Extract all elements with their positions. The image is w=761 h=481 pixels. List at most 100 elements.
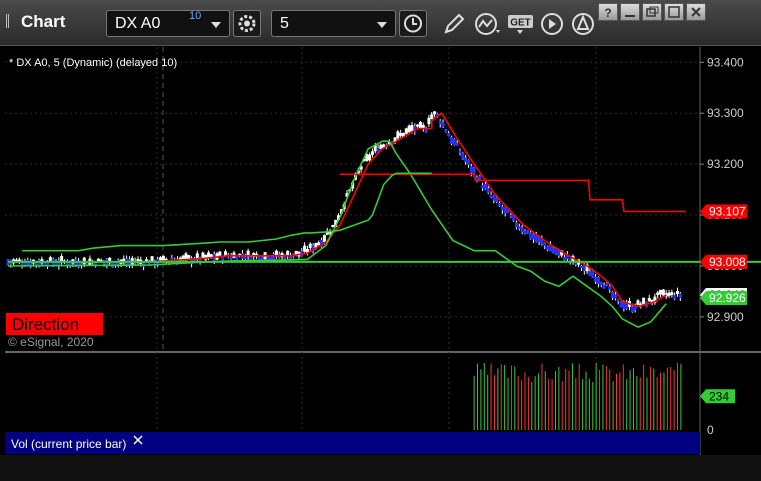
candle-body	[500, 206, 504, 211]
candle-body	[503, 206, 507, 214]
candle-body	[424, 129, 428, 133]
candle-body	[531, 233, 535, 240]
direction-label: Direction	[12, 315, 79, 334]
candle-body	[20, 262, 24, 266]
volume-label: Vol (current price bar)	[11, 437, 126, 451]
candle-body	[272, 253, 276, 261]
candle-body	[608, 285, 612, 290]
candle-body	[647, 298, 651, 302]
candle-body	[416, 124, 420, 127]
candle-body	[667, 292, 671, 296]
candle-body	[591, 270, 595, 278]
candle-body	[404, 128, 408, 134]
candle-body	[195, 253, 199, 259]
candle-body	[670, 292, 674, 295]
chart-canvas[interactable]: 93.40093.30093.20093.10093.00092.9002604…	[0, 0, 761, 481]
candle-body	[308, 243, 312, 248]
chart-symbol-label: * DX A0, 5 (Dynamic) (delayed 10)	[9, 57, 177, 69]
volume-tick-label: 0	[707, 423, 714, 437]
price-flag: 93.107	[700, 204, 747, 219]
candle-body	[433, 111, 437, 115]
candle-body	[622, 302, 626, 309]
candle-body	[611, 291, 615, 299]
candle-body	[430, 114, 434, 120]
candle-body	[594, 276, 598, 282]
candle-body	[599, 282, 603, 286]
candle-body	[370, 151, 374, 155]
candle-body	[616, 298, 620, 302]
candle-body	[656, 292, 660, 296]
candle-body	[630, 306, 634, 313]
candle-body	[150, 256, 154, 261]
candle-body	[441, 122, 445, 127]
candle-body	[447, 132, 451, 137]
candle-body	[588, 271, 592, 277]
price-flag: 93.008	[700, 254, 747, 269]
candle-body	[407, 125, 411, 133]
candle-body	[489, 194, 493, 198]
candle-body	[427, 117, 431, 125]
candle-body	[526, 230, 530, 234]
candle-body	[461, 152, 465, 160]
candle-body	[48, 257, 52, 261]
candle-body	[159, 257, 163, 261]
candle-body	[642, 297, 646, 304]
candle-body	[464, 157, 468, 162]
price-flag-label: 93.107	[709, 204, 746, 218]
candle-body	[201, 252, 205, 258]
candle-body	[161, 255, 165, 261]
candle-body	[678, 293, 682, 298]
candle-body	[619, 301, 623, 308]
y-tick-label: 93.400	[707, 55, 744, 69]
candle-body	[534, 235, 538, 243]
price-flag: 92.926	[700, 291, 747, 305]
candle-body	[529, 232, 533, 240]
candle-body	[466, 159, 470, 166]
candle-body	[676, 290, 680, 295]
volume-flag-label: 234	[709, 389, 729, 403]
candle-body	[492, 195, 496, 201]
candle-body	[673, 295, 677, 300]
price-flag-label: 92.926	[709, 291, 746, 305]
candle-body	[322, 235, 326, 243]
candle-body	[517, 226, 521, 229]
candle-body	[331, 224, 335, 228]
candle-body	[396, 131, 400, 139]
candle-body	[368, 154, 372, 161]
candle-body	[481, 184, 485, 189]
candle-body	[515, 222, 518, 228]
candle-body	[554, 248, 558, 255]
candle-body	[452, 138, 456, 146]
candle-body	[444, 129, 448, 133]
watermark: © eSignal, 2020	[8, 335, 94, 349]
candle-body	[303, 245, 307, 252]
candle-body	[410, 125, 414, 131]
candle-body	[498, 202, 502, 207]
candle-body	[243, 256, 247, 259]
footer-bar	[0, 455, 761, 481]
candle-body	[458, 150, 462, 154]
candle-body	[450, 136, 454, 144]
candle-body	[520, 227, 524, 233]
candle-body	[543, 242, 547, 247]
y-tick-label: 92.900	[707, 310, 744, 324]
candle-body	[399, 133, 403, 136]
candle-body	[551, 247, 555, 253]
y-tick-label: 93.200	[707, 157, 744, 171]
candle-body	[455, 143, 459, 146]
candle-body	[438, 120, 442, 125]
candle-body	[661, 289, 665, 296]
candle-body	[602, 284, 606, 289]
candle-body	[486, 188, 490, 193]
candle-body	[509, 214, 513, 217]
candle-body	[579, 265, 583, 268]
candle-body	[523, 230, 527, 234]
candle-body	[563, 257, 567, 261]
candle-body	[596, 277, 600, 285]
price-flag-label: 93.008	[709, 255, 746, 269]
candle-body	[582, 265, 586, 272]
candle-body	[266, 256, 270, 260]
y-tick-label: 93.300	[707, 106, 744, 120]
candle-body	[659, 289, 663, 295]
candle-body	[317, 242, 321, 245]
